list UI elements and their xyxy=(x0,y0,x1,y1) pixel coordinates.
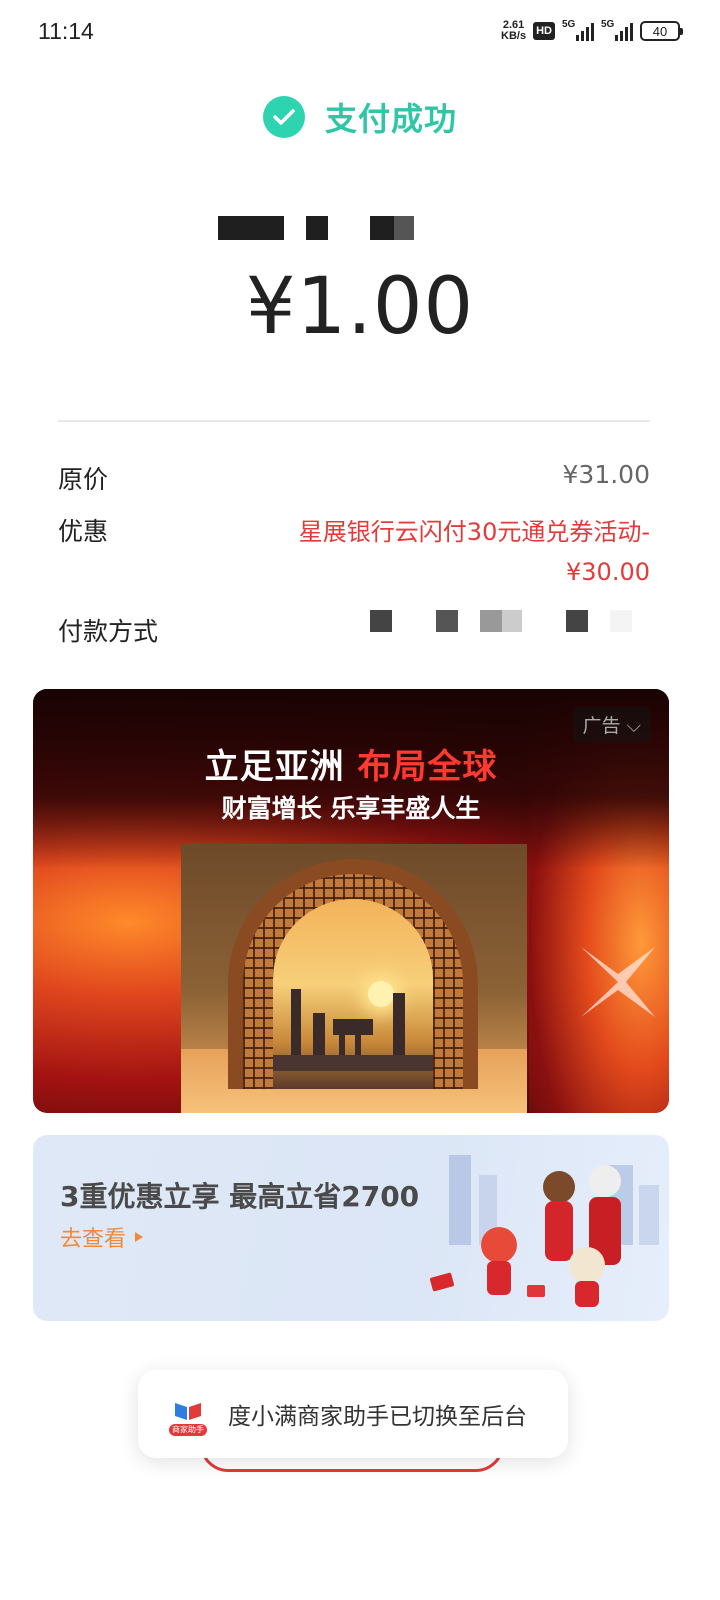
payment-success-header: 支付成功 xyxy=(0,94,720,140)
network-speed-unit: KB/s xyxy=(501,30,527,42)
ad-banner[interactable]: 广告 ⌵ 立足亚洲 布局全球 财富增长 乐享丰盛人生 xyxy=(33,689,669,1113)
check-circle-icon xyxy=(262,96,305,138)
background-toast: 商家助手 度小满商家助手已切换至后台 xyxy=(138,1370,568,1458)
payment-result-page: 11:14 2.61 KB/s HD 5G 5G 40 支付成功 ¥1.00 原… xyxy=(0,0,720,1600)
bank-logo-x-icon xyxy=(581,947,655,1017)
city-skyline-image xyxy=(273,899,433,1089)
hd-voice-icon: HD xyxy=(533,22,555,40)
original-price-value: ¥31.00 xyxy=(562,460,650,489)
triangle-right-icon xyxy=(135,1232,144,1242)
merchant-name-redacted xyxy=(218,216,418,240)
divider xyxy=(58,420,650,422)
signal-sim1-icon: 5G xyxy=(562,19,594,41)
sim2-label: 5G xyxy=(601,19,615,30)
status-icons: 2.61 KB/s HD 5G 5G 40 xyxy=(501,19,683,42)
original-price-label: 原价 xyxy=(58,465,109,494)
ad-headline-part1: 立足亚洲 xyxy=(204,747,358,787)
new-year-family-illustration xyxy=(430,1155,659,1307)
sim1-label: 5G xyxy=(562,19,576,30)
payment-method-redacted xyxy=(370,610,640,632)
toast-message: 度小满商家助手已切换至后台 xyxy=(228,1404,527,1430)
battery-level: 40 xyxy=(652,23,668,39)
original-price-row: 原价 ¥31.00 xyxy=(58,460,650,496)
payment-method-label: 付款方式 xyxy=(58,617,159,646)
status-bar: 11:14 2.61 KB/s HD 5G 5G 40 xyxy=(0,0,720,62)
ad-headline-part2: 布局全球 xyxy=(357,747,498,787)
ad-subheadline: 财富增长 乐享丰盛人生 xyxy=(221,794,481,823)
app-icon-caption: 商家助手 xyxy=(169,1424,207,1436)
network-speed: 2.61 KB/s xyxy=(501,20,526,42)
ad-label-text: 广告 xyxy=(582,715,621,737)
ad-label[interactable]: 广告 ⌵ xyxy=(572,707,651,742)
battery-icon: 40 xyxy=(640,21,683,41)
merchant-assistant-app-icon: 商家助手 xyxy=(166,1392,210,1436)
payment-success-title: 支付成功 xyxy=(324,100,457,138)
promo-view-link-text: 去查看 xyxy=(60,1227,127,1252)
chevron-down-icon: ⌵ xyxy=(626,715,641,737)
paid-amount: ¥1.00 xyxy=(245,262,475,352)
status-time: 11:14 xyxy=(38,17,94,44)
discount-row: 优惠 星展银行云闪付30元通兑券活动-¥30.00 xyxy=(58,512,650,592)
signal-sim2-icon: 5G xyxy=(601,19,633,41)
book-icon xyxy=(175,1403,201,1420)
discount-label: 优惠 xyxy=(58,517,109,546)
ad-headline: 立足亚洲 布局全球 xyxy=(33,739,669,788)
promo-title: 3重优惠立享 最高立省2700 xyxy=(60,1180,420,1213)
promo-view-link[interactable]: 去查看 xyxy=(60,1221,144,1253)
promo-card[interactable]: 3重优惠立享 最高立省2700 去查看 xyxy=(33,1135,669,1321)
discount-value: 星展银行云闪付30元通兑券活动-¥30.00 xyxy=(298,518,650,586)
sun-icon xyxy=(368,981,394,1007)
